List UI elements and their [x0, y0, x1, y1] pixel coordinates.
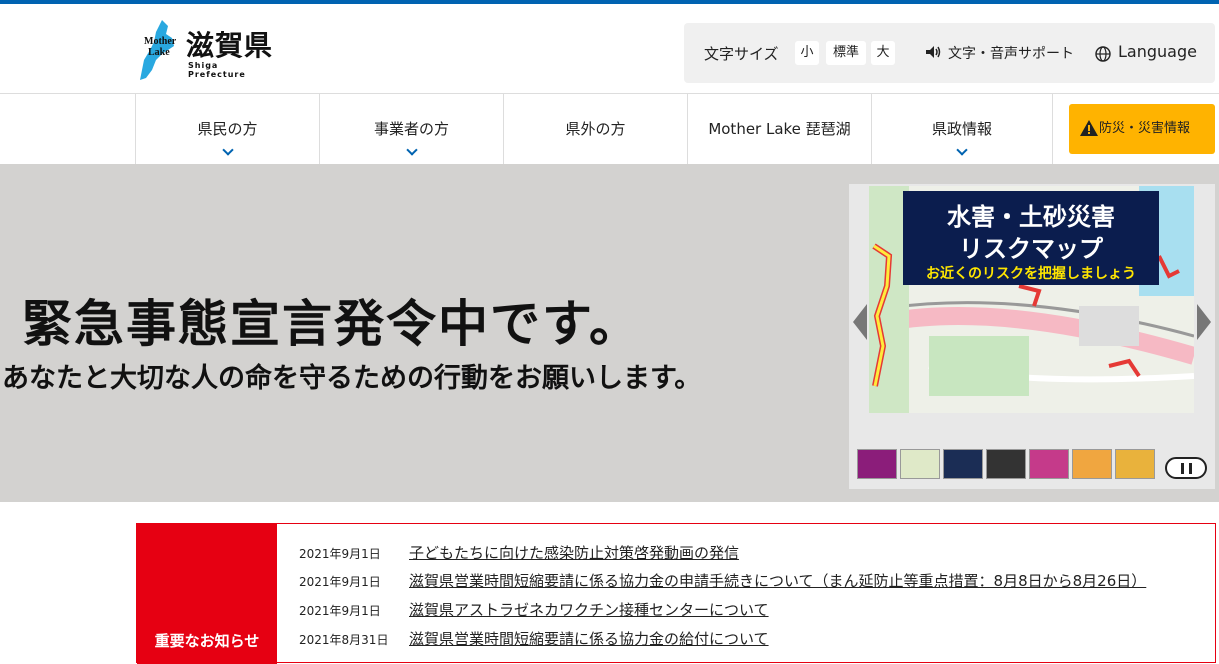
voice-support-label: 文字・音声サポート: [948, 46, 1074, 62]
chevron-down-icon: [405, 144, 418, 156]
nav-item-label: Mother Lake 琵琶湖: [708, 120, 851, 138]
carousel-thumb[interactable]: [1115, 449, 1155, 479]
notices-heading: 重要なお知らせ: [154, 632, 260, 650]
nav-item-business[interactable]: 事業者の方: [319, 94, 503, 164]
global-nav: 県民の方 事業者の方 県外の方 Mother Lake 琵琶湖 県政情報 防災・…: [0, 94, 1219, 164]
utility-panel: 文字サイズ 小 標準 大 文字・音声サポート Language: [684, 23, 1215, 83]
chevron-down-icon: [956, 144, 968, 156]
globe-icon: [1095, 46, 1111, 62]
disaster-info-label: 防災・災害情報: [1099, 121, 1191, 136]
logo-subtitle: Shiga Prefecture: [188, 61, 246, 79]
news-link[interactable]: 滋賀県営業時間短縮要請に係る協力金の申請手続きについて（まん延防止等重点措置：8…: [409, 570, 1146, 591]
news-date: 2021年8月31日: [299, 633, 389, 647]
hero-banner[interactable]: 緊急事態宣言発令中です。 あなたと大切な人の命を守るための行動をお願いします。: [0, 164, 1219, 502]
speaker-icon: [926, 46, 941, 58]
site-header: Mother Lake 滋賀県 Shiga Prefecture 文字サイズ 小…: [0, 4, 1219, 94]
carousel-next-arrow-icon[interactable]: [1197, 304, 1211, 340]
chevron-down-icon: [221, 144, 234, 156]
carousel-prev-arrow-icon[interactable]: [853, 304, 867, 340]
warning-icon: [1080, 120, 1098, 136]
news-link[interactable]: 滋賀県アストラゼネカワクチン接種センターについて: [409, 599, 769, 620]
carousel-thumb[interactable]: [857, 449, 897, 479]
carousel-thumb[interactable]: [900, 449, 940, 479]
font-size-small-button[interactable]: 小: [795, 41, 819, 65]
nav-item-label: 事業者の方: [373, 120, 449, 138]
carousel-slide-risk-map[interactable]: 水害・土砂災害 リスクマップ お近くのリスクを把握しましょう: [869, 186, 1194, 413]
slide-banner: 水害・土砂災害 リスクマップ お近くのリスクを把握しましょう: [903, 191, 1159, 285]
nav-item-mother-lake[interactable]: Mother Lake 琵琶湖: [687, 94, 871, 164]
news-date: 2021年9月1日: [299, 604, 381, 618]
notices-heading-box: 重要なお知らせ: [137, 524, 277, 664]
carousel-thumb[interactable]: [1072, 449, 1112, 479]
nav-item-label: 県民の方: [197, 120, 258, 138]
nav-item-visitors[interactable]: 県外の方: [503, 94, 687, 164]
important-notices: 重要なお知らせ 2021年9月1日 子どもたちに向けた感染防止対策啓発動画の発信…: [136, 523, 1216, 664]
logo-prefecture-name: 滋賀県: [186, 29, 274, 62]
nav-item-label: 県政情報: [931, 120, 992, 138]
site-logo[interactable]: Mother Lake 滋賀県 Shiga Prefecture: [138, 20, 278, 82]
nav-item-residents[interactable]: 県民の方: [135, 94, 319, 164]
font-size-standard-button[interactable]: 標準: [826, 41, 866, 65]
nav-item-label: 県外の方: [565, 120, 626, 138]
hero-title: 緊急事態宣言発令中です。: [22, 294, 641, 353]
logo-lake-text: Lake: [148, 47, 170, 58]
news-link[interactable]: 滋賀県営業時間短縮要請に係る協力金の給付について: [409, 628, 769, 649]
hero-subtitle: あなたと大切な人の命を守るための行動をお願いします。: [2, 363, 702, 394]
language-label: Language: [1118, 42, 1197, 61]
carousel-thumb[interactable]: [986, 449, 1026, 479]
slide-tagline: お近くのリスクを把握しましょう: [926, 266, 1136, 282]
disaster-info-button[interactable]: 防災・災害情報: [1069, 104, 1215, 154]
logo-mother-text: Mother: [144, 36, 177, 47]
slide-title-line2: リスクマップ: [959, 235, 1103, 263]
news-date: 2021年9月1日: [299, 547, 381, 561]
news-link[interactable]: 子どもたちに向けた感染防止対策啓発動画の発信: [409, 542, 739, 563]
font-size-large-button[interactable]: 大: [871, 41, 895, 65]
font-size-label: 文字サイズ: [704, 45, 779, 63]
carousel-thumb[interactable]: [1029, 449, 1069, 479]
carousel-pause-button[interactable]: [1165, 457, 1207, 479]
nav-item-government[interactable]: 県政情報: [871, 94, 1053, 164]
news-date: 2021年9月1日: [299, 575, 381, 589]
carousel-thumb[interactable]: [943, 449, 983, 479]
carousel: 水害・土砂災害 リスクマップ お近くのリスクを把握しましょう: [849, 184, 1215, 489]
slide-title-line1: 水害・土砂災害: [947, 203, 1115, 231]
